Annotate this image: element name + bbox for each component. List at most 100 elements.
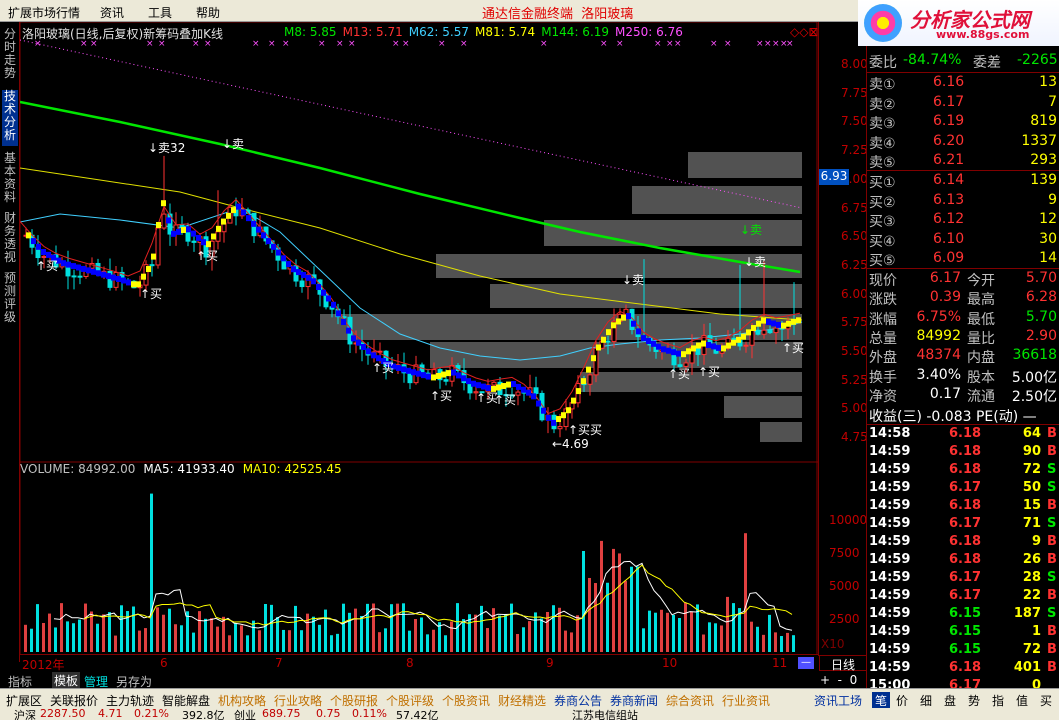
menu-tools[interactable]: 工具 [148, 4, 172, 21]
right-panel-tab[interactable]: 值 [1016, 692, 1028, 709]
right-panel-tab[interactable]: 盘 [944, 692, 956, 709]
trend-band-block [606, 329, 611, 336]
price-tick-label: 6.00 [841, 286, 868, 301]
menu-news[interactable]: 资讯 [100, 4, 124, 21]
trend-band-block [591, 355, 596, 362]
tab-financial[interactable]: 财务透视 [2, 212, 18, 268]
date-axis: 2012年 6 7 8 9 10 11 — [20, 654, 818, 672]
volume-bar [402, 603, 405, 652]
sell-price: 6.21 [933, 152, 965, 168]
right-panel-tab[interactable]: 笔 [872, 692, 891, 709]
volume-bar [660, 609, 663, 652]
stat-value: 0.17 [929, 385, 961, 402]
volume-bar [66, 621, 69, 652]
trend-band-block [426, 373, 431, 380]
trend-band-block [761, 317, 766, 324]
ticker-value: 2287.50 [40, 707, 86, 720]
status-tab[interactable]: 综合资讯 [666, 692, 714, 709]
sell-volume: 819 [1030, 113, 1057, 129]
volume-bar [786, 632, 789, 652]
trend-band-block [361, 343, 366, 350]
tab-basic-info[interactable]: 基本资料 [2, 152, 18, 208]
right-panel-tab[interactable]: 势 [968, 692, 980, 709]
buy-label: 买③ [869, 214, 896, 230]
trend-band-block [166, 217, 171, 224]
end-marker-icon[interactable]: — [798, 657, 814, 669]
trend-band-block [36, 243, 41, 250]
volume-bar [420, 617, 423, 652]
tick-direction: S [1047, 480, 1057, 495]
ratio-label: 委比 [869, 55, 897, 71]
diff-label: 委差 [973, 55, 1001, 71]
sell-label: 卖⑤ [869, 155, 896, 171]
trend-band-block [301, 271, 306, 278]
tick-direction: B [1047, 534, 1057, 549]
volume-bar [30, 628, 33, 652]
menu-extended-market[interactable]: 扩展市场行情 [8, 4, 80, 21]
trend-band-block [516, 383, 521, 390]
period-selector[interactable]: 日线 [819, 655, 867, 672]
kline-chart-svg[interactable]: × × × × × × × × × × × × × × × × × × × × × × × × × × × × ××↓卖32 ↓卖↓卖↓卖… [19, 21, 818, 656]
volume-bar [708, 622, 711, 652]
status-tab[interactable]: 个股资讯 [442, 692, 490, 709]
stat-label: 涨幅 [869, 311, 897, 328]
signal-marker: × [654, 39, 662, 49]
volume-bar [234, 623, 237, 652]
stat-value: 48374 [916, 347, 961, 364]
stat-label: 净资 [869, 388, 897, 405]
status-tab[interactable]: 财经精选 [498, 692, 546, 709]
trend-band-block [46, 251, 51, 258]
ticker-amount2: 57.42亿 [396, 709, 439, 720]
volume-bar [582, 550, 585, 652]
trend-band-block [441, 371, 446, 378]
volume-bar [150, 493, 153, 652]
tab-technical-analysis[interactable]: 技术分析 [2, 90, 18, 146]
kline-chart-area[interactable]: × × × × × × × × × × × × × × × × × × × × × × × × × × × × × × ↓卖32 ↓卖 ↓卖 ↓卖… [19, 21, 819, 656]
trend-band-block [551, 419, 556, 426]
candle-body [491, 381, 497, 386]
volume-bar [720, 625, 723, 652]
quote-ratio-row: 委比 -84.74% 委差 -2265 [867, 52, 1059, 71]
status-tab[interactable]: 行业资讯 [722, 692, 770, 709]
stat-label: 股本 [967, 369, 995, 386]
trend-band-block [296, 269, 301, 276]
volume-bar [78, 619, 81, 652]
candle-body [281, 259, 287, 270]
tick-time: 14:59 [869, 588, 911, 603]
tab-intraday[interactable]: 分时走势 [2, 28, 18, 84]
trend-band-block [261, 232, 266, 239]
stat-label: 总量 [869, 330, 897, 347]
tick-row: 14:59 6.15 187 S [867, 606, 1059, 624]
window-controls-icon[interactable]: ◇◇⊠ [790, 25, 819, 39]
chart-tabs: 指标 模板 管理 另存为 + - 0 [0, 672, 866, 689]
volume-bar [36, 604, 39, 652]
tick-price: 6.18 [949, 426, 982, 441]
tab-forecast[interactable]: 预测评级 [2, 272, 18, 328]
tick-direction: S [1047, 606, 1057, 621]
trend-band-block [711, 343, 716, 350]
sell-signal-label: ↓卖32 [148, 141, 185, 155]
menu-help[interactable]: 帮助 [196, 4, 220, 21]
trend-band-block [121, 277, 126, 284]
trend-band-block [116, 275, 121, 282]
buy-row: 买④ 6.10 30 [867, 231, 1059, 250]
tick-row: 14:59 6.18 90 B [867, 444, 1059, 462]
trend-band-block [181, 226, 186, 233]
volume-bar [762, 634, 765, 652]
right-panel-tab[interactable]: 细 [920, 692, 932, 709]
right-panel-tab[interactable]: 买 [1040, 692, 1052, 709]
zoom-controls[interactable]: + - 0 [820, 673, 857, 687]
ma-legend-item: M250: 6.76 [615, 25, 683, 39]
trend-band-block [716, 344, 721, 351]
trend-band-block [521, 386, 526, 393]
date-tick-label: 2012年 [22, 658, 65, 672]
right-panel-tab[interactable]: 价 [896, 692, 908, 709]
right-panel-tab[interactable]: 指 [992, 692, 1004, 709]
trend-band-block [631, 320, 636, 327]
tab-template[interactable]: 模板 [52, 672, 81, 689]
volume-bar [114, 635, 117, 652]
candle-body [41, 255, 47, 259]
status-tab[interactable]: 资讯工场 [814, 692, 862, 709]
buy-price: 6.14 [933, 172, 965, 188]
buy-signal-label: ↑买 [782, 341, 804, 355]
